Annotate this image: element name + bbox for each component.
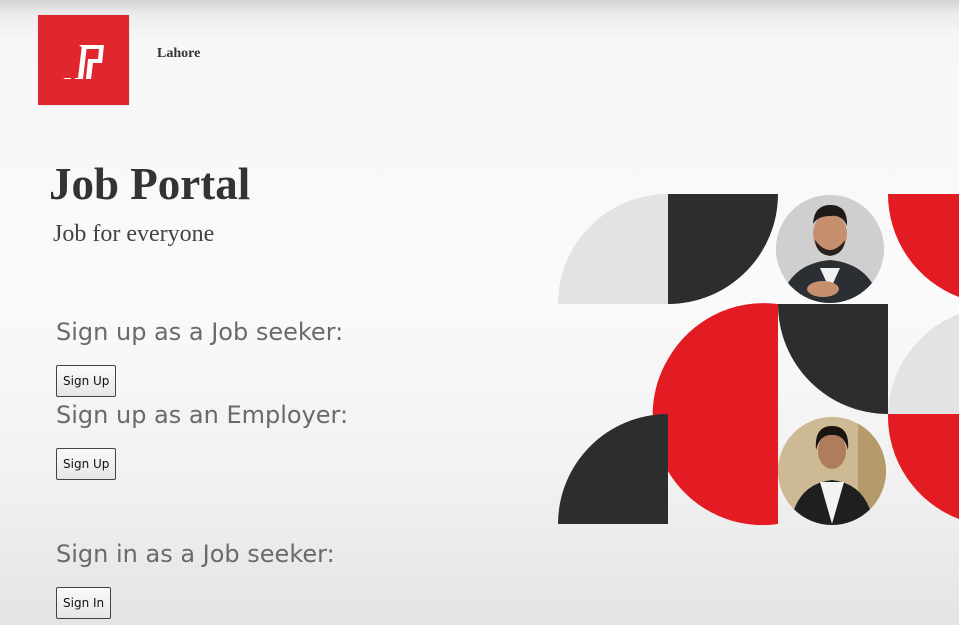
dark-quarter-shape bbox=[668, 194, 778, 304]
dark-quarter-shape bbox=[778, 304, 888, 414]
job-seeker-signin-label: Sign in as a Job seeker: bbox=[56, 540, 335, 568]
employer-signup-label: Sign up as an Employer: bbox=[56, 401, 349, 429]
job-seeker-signup-label: Sign up as a Job seeker: bbox=[56, 318, 344, 346]
job-seeker-signup-button[interactable]: Sign Up bbox=[56, 365, 117, 397]
job-seeker-signin-button[interactable]: Sign In bbox=[56, 587, 112, 619]
light-quarter-shape bbox=[888, 314, 959, 414]
city-label: Lahore bbox=[157, 46, 201, 61]
red-corner-shape bbox=[887, 194, 959, 297]
red-half-circle-shape bbox=[652, 303, 778, 526]
light-quarter-shape bbox=[558, 194, 668, 304]
red-corner-shape bbox=[887, 414, 959, 519]
man-portrait bbox=[776, 195, 884, 303]
page-title: Job Portal bbox=[49, 159, 251, 209]
dark-quarter-shape bbox=[558, 414, 668, 524]
employer-signup-button[interactable]: Sign Up bbox=[56, 448, 117, 480]
logo[interactable] bbox=[38, 15, 129, 105]
tagline: Job for everyone bbox=[53, 221, 215, 247]
woman-portrait bbox=[778, 417, 886, 525]
hero-illustration bbox=[558, 194, 959, 526]
jp-logo-mark bbox=[63, 45, 104, 79]
